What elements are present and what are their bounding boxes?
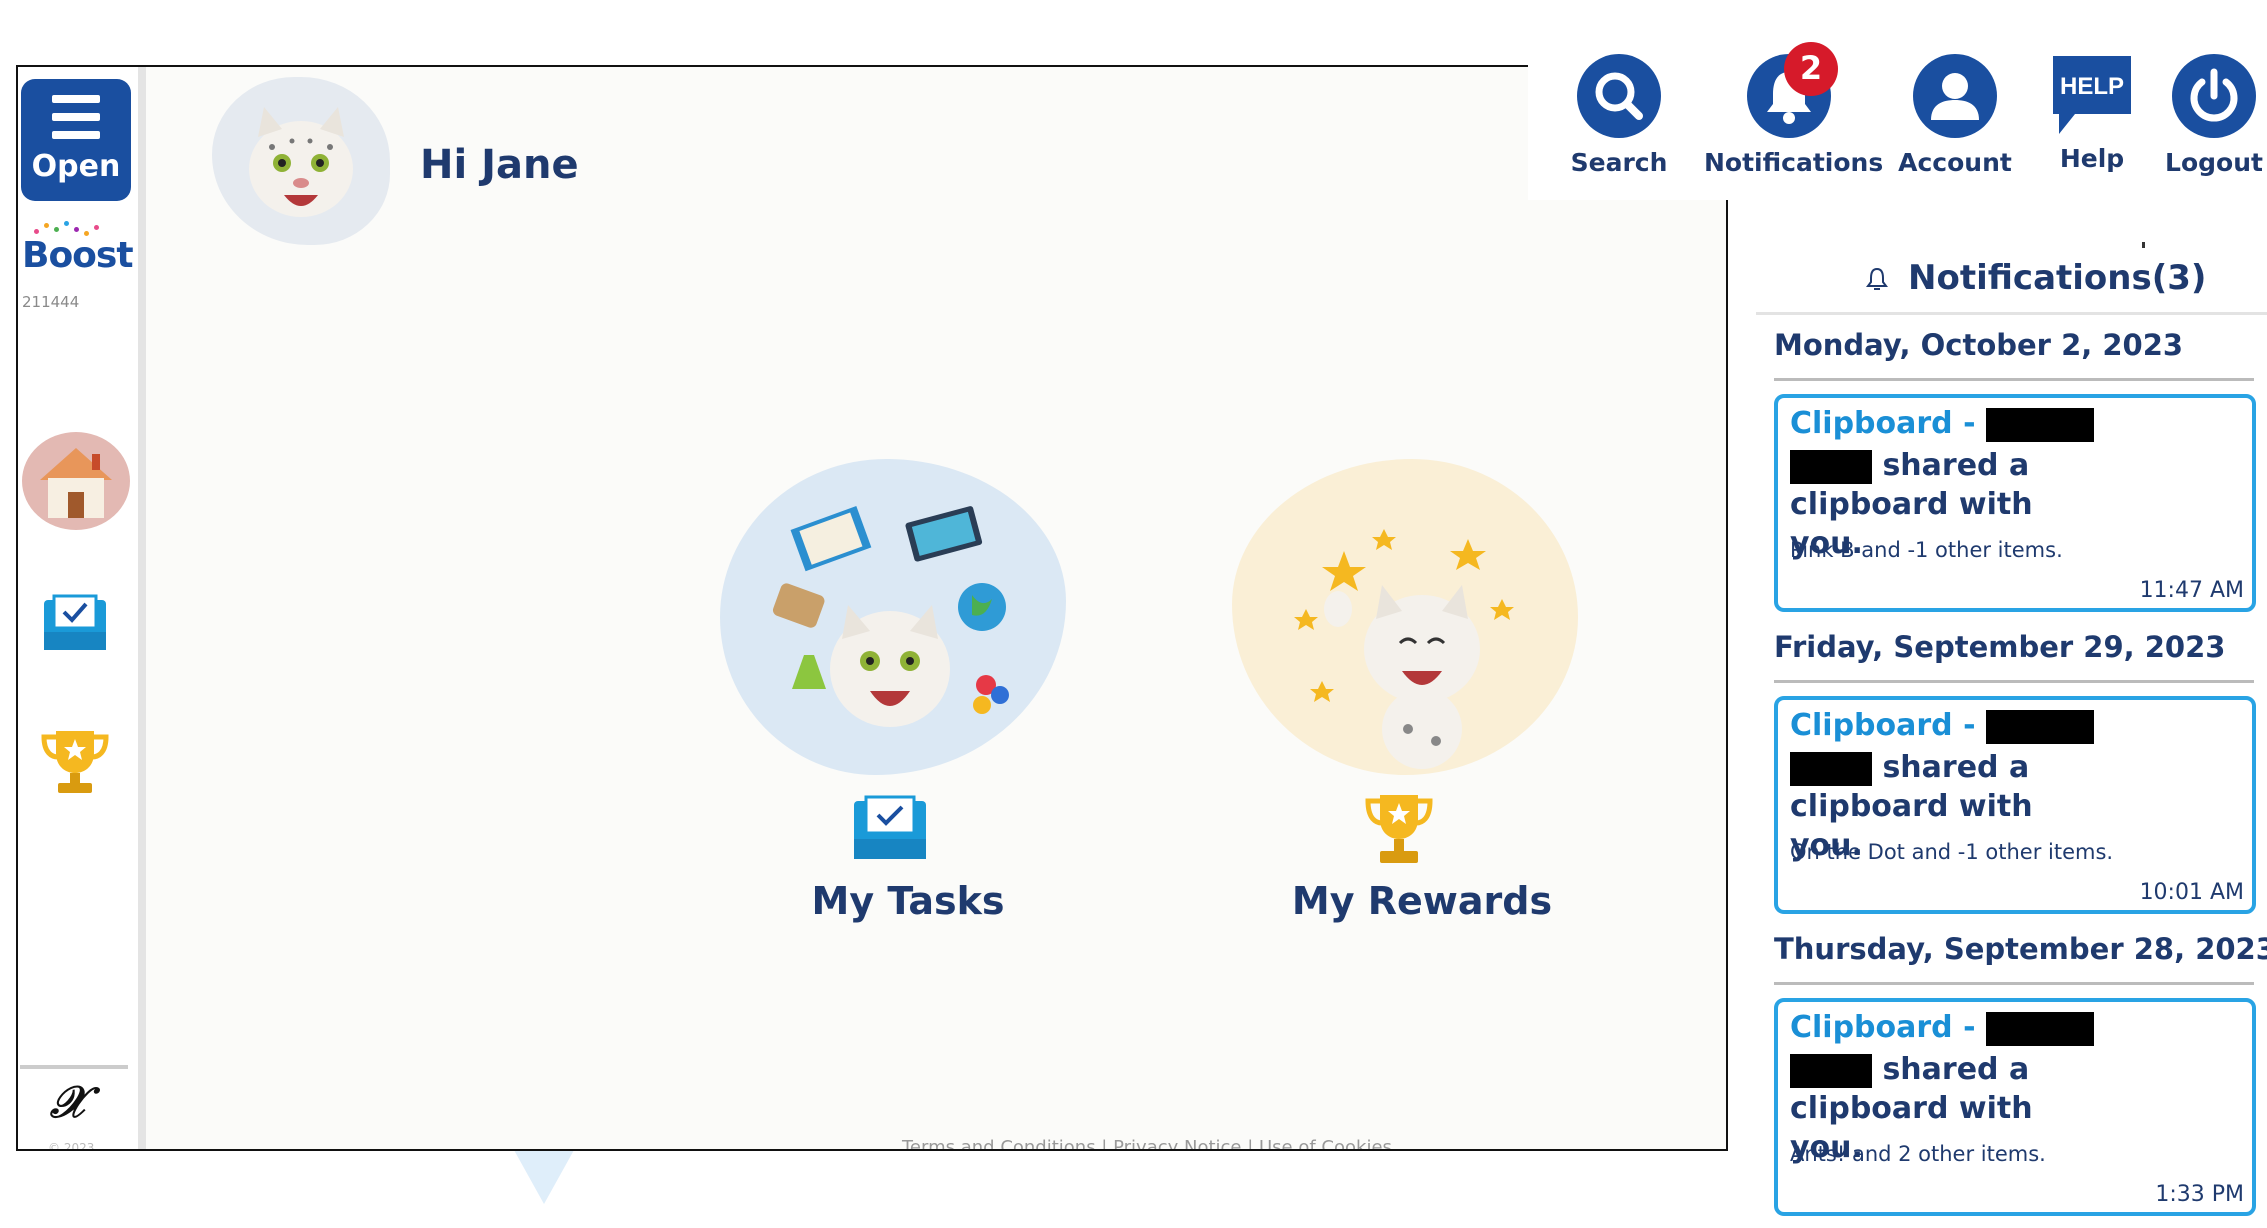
account-button[interactable]: Account: [1890, 54, 2020, 177]
app-window: Open Boost 211444 𝒳 © 2023 Hi Jane My Ta…: [16, 65, 1728, 1151]
redacted-name: [1986, 1011, 2095, 1046]
search-button[interactable]: Search: [1564, 54, 1674, 177]
rewards-illustration[interactable]: [1232, 459, 1578, 775]
trophy-icon: [1364, 789, 1434, 869]
home-icon: [40, 448, 112, 518]
boost-logo: Boost: [22, 217, 134, 277]
bell-outline-icon: [1866, 267, 1888, 290]
school-id: 211444: [22, 293, 80, 311]
account-label: Account: [1898, 148, 2012, 177]
rewards-illustration-art: [1294, 529, 1514, 769]
logout-label: Logout: [2165, 148, 2263, 177]
card-items: Pink B and -1 other items.: [1790, 538, 2063, 562]
notification-date: Friday, September 29, 2023: [1774, 630, 2226, 664]
notifications-header: Notifications(3): [1756, 248, 2267, 315]
account-icon: [1931, 73, 1979, 120]
redacted-name: [1790, 1053, 1872, 1088]
card-title: Clipboard -: [1790, 406, 1976, 441]
date-divider: [1774, 378, 2254, 381]
avatar[interactable]: [212, 77, 390, 245]
sidebar-divider: [20, 1065, 128, 1069]
notification-card[interactable]: Clipboard - shared a clipboard with you.…: [1774, 998, 2256, 1216]
my-rewards-link[interactable]: My Rewards: [1272, 879, 1572, 923]
sidebar-item-rewards[interactable]: [40, 725, 110, 799]
help-label: Help: [2059, 144, 2125, 173]
card-title: Clipboard -: [1790, 1010, 1976, 1045]
notification-card[interactable]: Clipboard - shared a clipboard with you.…: [1774, 696, 2256, 914]
top-toolbar: Search Notifications 2 Account HELP Help: [1528, 14, 2267, 200]
greeting-text: Hi Jane: [420, 142, 579, 188]
help-button[interactable]: HELP Help: [2042, 54, 2142, 173]
brand-mark-icon: 𝒳: [50, 1077, 88, 1128]
card-items: On the Dot and -1 other items.: [1790, 840, 2114, 864]
card-title: Clipboard -: [1790, 708, 1976, 743]
card-items: Ants! and 2 other items.: [1790, 1142, 2046, 1166]
search-icon: [1595, 72, 1643, 120]
trophy-icon: [41, 731, 109, 793]
search-label: Search: [1570, 148, 1668, 177]
logout-button[interactable]: Logout: [2164, 54, 2264, 177]
notification-date: Thursday, September 28, 2023: [1774, 932, 2267, 966]
sidebar-item-home[interactable]: [22, 432, 130, 530]
help-icon-text: HELP: [2060, 73, 2124, 100]
tasks-illustration-art: [772, 506, 1009, 727]
redacted-name: [1986, 407, 2095, 442]
power-icon: [2190, 68, 2238, 122]
date-divider: [1774, 982, 2254, 985]
date-divider: [1774, 680, 2254, 683]
card-time: 10:01 AM: [2139, 880, 2244, 905]
redacted-name: [1790, 449, 1872, 484]
notification-card[interactable]: Clipboard - shared a clipboard with you.…: [1774, 394, 2256, 612]
open-menu-label: Open: [31, 149, 121, 184]
notifications-title: Notifications(3): [1908, 258, 2207, 298]
sidebar-item-tasks[interactable]: [40, 592, 110, 654]
notification-count-badge: 2: [1784, 42, 1838, 96]
tasks-illustration[interactable]: [720, 459, 1066, 775]
snow-leopard-avatar: [249, 107, 353, 217]
menu-icon: [52, 95, 100, 145]
boost-wordmark: Boost: [22, 235, 134, 276]
help-icon: HELP: [2053, 56, 2131, 134]
my-tasks-link[interactable]: My Tasks: [788, 879, 1028, 923]
footer-links[interactable]: Terms and Conditions | Privacy Notice | …: [902, 1137, 1392, 1149]
tasks-tray-icon: [850, 793, 930, 863]
redacted-name: [1790, 751, 1872, 786]
notifications-panel: Notifications(3) Monday, October 2, 2023…: [1756, 248, 2267, 1228]
tasks-tray-icon: [44, 594, 106, 650]
redacted-name: [1986, 709, 2095, 744]
copyright-text: © 2023: [48, 1141, 95, 1151]
notification-date: Monday, October 2, 2023: [1774, 328, 2184, 362]
notifications-label: Notifications: [1704, 148, 1884, 177]
card-time: 11:47 AM: [2139, 578, 2244, 603]
sidebar: Open Boost 211444 𝒳 © 2023: [18, 67, 146, 1149]
card-time: 1:33 PM: [2155, 1182, 2244, 1207]
open-menu-button[interactable]: Open: [21, 79, 131, 201]
decorative-shape: [514, 1150, 574, 1204]
